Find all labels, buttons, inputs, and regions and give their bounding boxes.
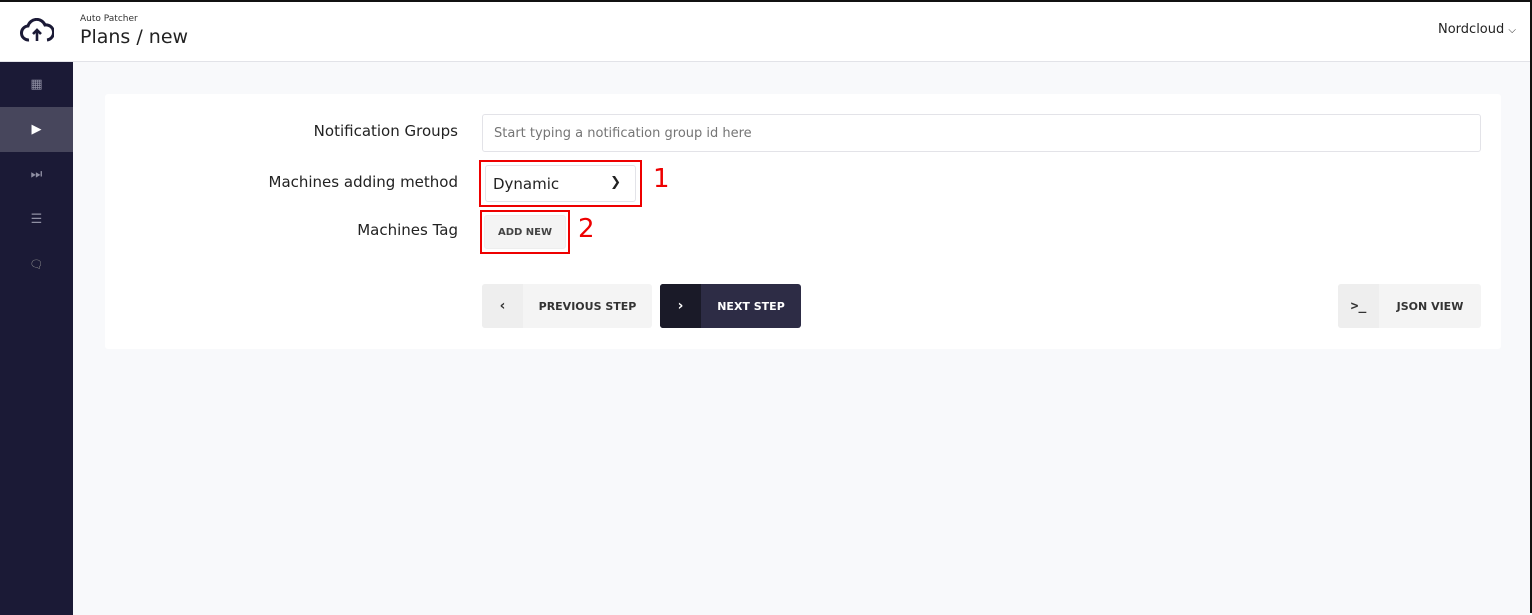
annotation-number-2: 2 xyxy=(578,214,595,244)
machines-method-label: Machines adding method xyxy=(268,173,459,191)
org-name: Nordcloud xyxy=(1438,22,1505,37)
json-view-label: JSON VIEW xyxy=(1396,299,1464,313)
sidebar-item-plans[interactable]: ▶ xyxy=(0,107,73,152)
app-name: Auto Patcher xyxy=(80,14,138,24)
sidebar-item-list[interactable]: ☰ xyxy=(0,197,73,242)
plan-form-card: Notification Groups Machines adding meth… xyxy=(105,94,1501,349)
top-header: Auto Patcher Plans / new Nordcloud ⌵ xyxy=(0,2,1530,62)
annotation-box-1 xyxy=(479,160,642,207)
annotation-number-1: 1 xyxy=(653,164,670,194)
calendar-icon: ▦ xyxy=(30,77,43,92)
notification-groups-input[interactable] xyxy=(482,114,1481,152)
previous-step-button[interactable]: ‹ PREVIOUS STEP xyxy=(482,284,652,328)
chevron-right-icon: › xyxy=(660,284,701,328)
next-step-label: NEXT STEP xyxy=(717,299,785,313)
step-forward-icon: ⏭ xyxy=(30,167,43,182)
annotation-box-2 xyxy=(480,210,570,254)
cloud-upload-logo-icon[interactable] xyxy=(20,18,54,44)
chevron-down-icon: ⌵ xyxy=(1508,25,1516,36)
notification-groups-label: Notification Groups xyxy=(313,122,458,140)
org-switcher[interactable]: Nordcloud ⌵ xyxy=(1438,22,1516,37)
list-icon: ☰ xyxy=(30,212,43,227)
play-icon: ▶ xyxy=(31,122,42,137)
comments-icon: 🗨 xyxy=(29,258,44,271)
previous-step-label: PREVIOUS STEP xyxy=(538,299,637,313)
sidebar-item-calendar[interactable]: ▦ xyxy=(0,62,73,107)
sidebar: ▦ ▶ ⏭ ☰ 🗨 xyxy=(0,62,73,615)
sidebar-item-runs[interactable]: ⏭ xyxy=(0,152,73,197)
page-title: Plans / new xyxy=(80,26,189,48)
next-step-button[interactable]: › NEXT STEP xyxy=(660,284,801,328)
chevron-left-icon: ‹ xyxy=(482,284,523,328)
machines-tag-label: Machines Tag xyxy=(357,221,458,239)
json-view-button[interactable]: >_ JSON VIEW xyxy=(1338,284,1481,328)
sidebar-item-comments[interactable]: 🗨 xyxy=(0,242,73,287)
terminal-icon: >_ xyxy=(1338,284,1379,328)
